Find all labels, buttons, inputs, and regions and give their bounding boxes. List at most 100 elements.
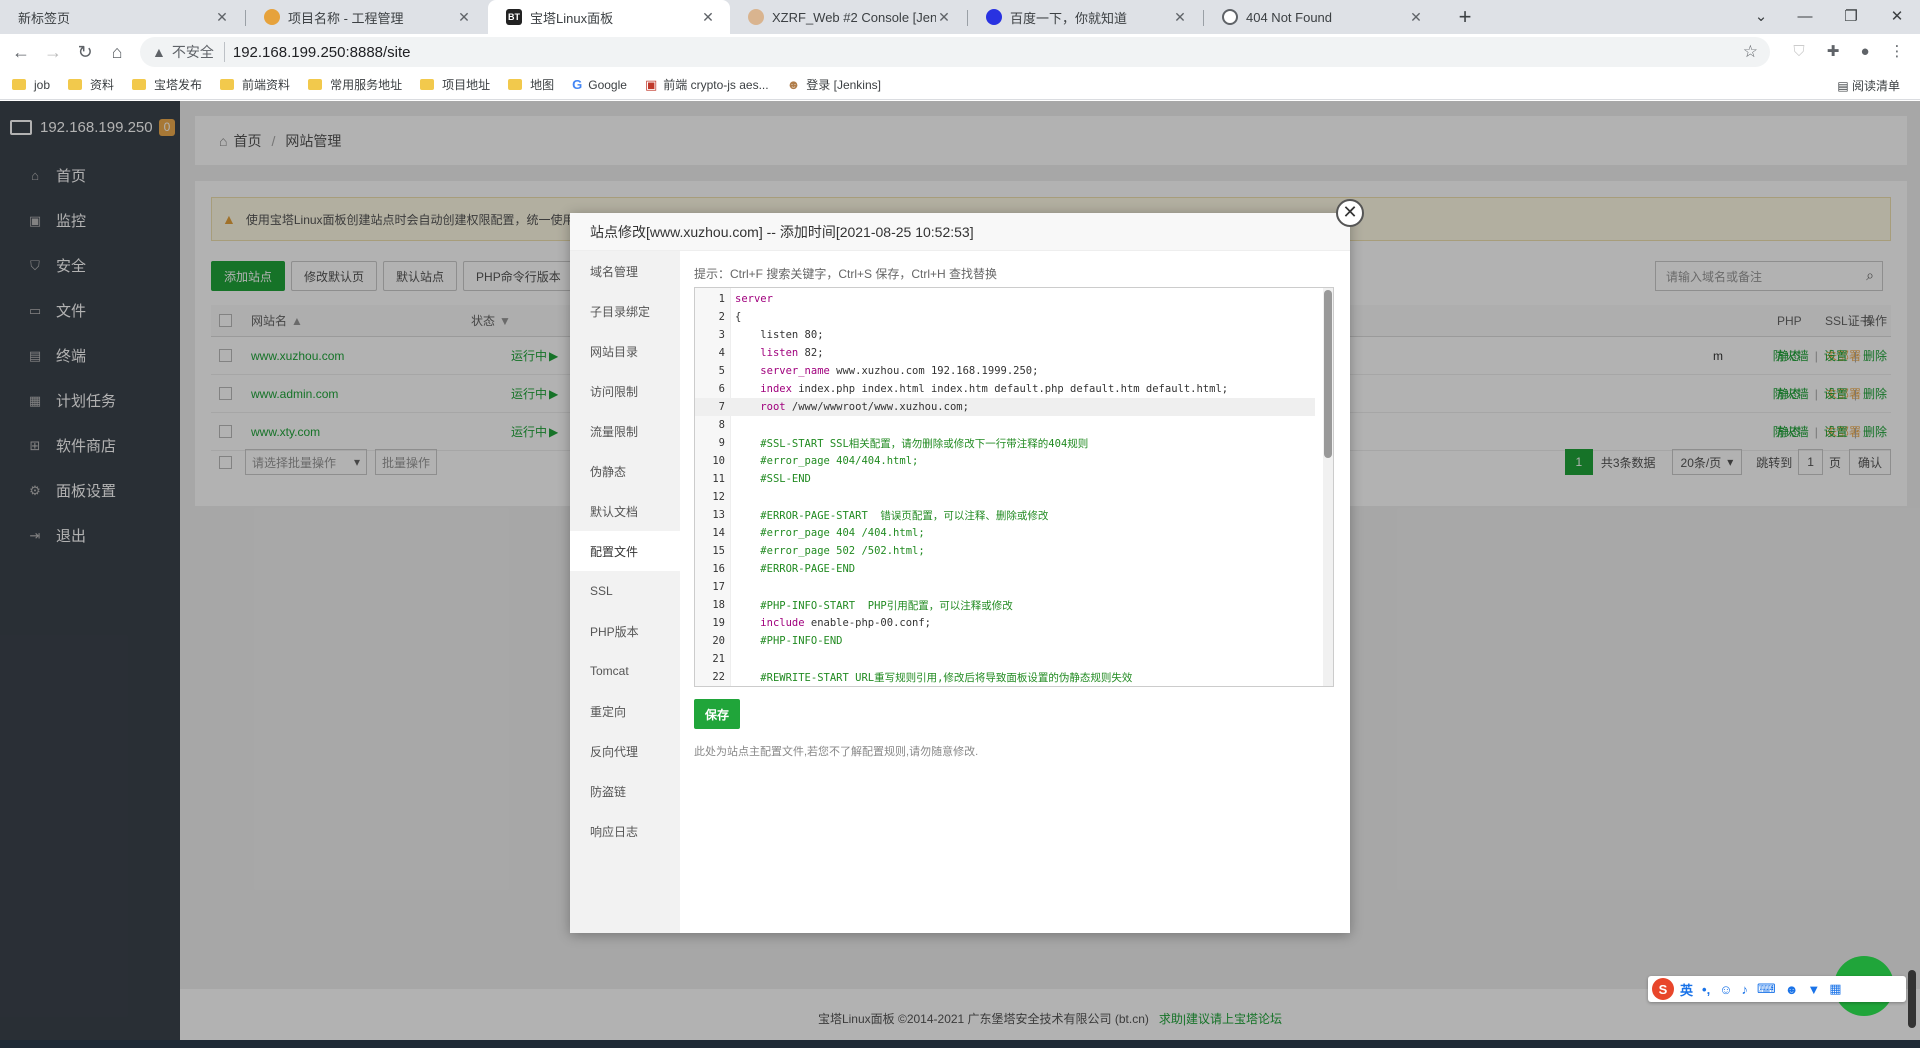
punctuation-icon[interactable]: •,	[1702, 982, 1710, 997]
code-line[interactable]: 16 #ERROR-PAGE-END	[695, 560, 1315, 578]
code-line[interactable]: 21	[695, 650, 1315, 668]
tab-close-icon[interactable]: ✕	[936, 9, 952, 26]
tab-access-restriction[interactable]: 访问限制	[570, 371, 680, 411]
code-text: #error_page 502 /502.html;	[729, 545, 924, 557]
page-scrollbar[interactable]	[1908, 970, 1916, 1028]
code-text: server_name www.xuzhou.com 192.168.1999.…	[729, 365, 1038, 377]
tab-reverse-proxy[interactable]: 反向代理	[570, 731, 680, 771]
bookmark-folder[interactable]: job	[12, 78, 50, 92]
tab-close-icon[interactable]: ✕	[1408, 9, 1424, 26]
window-close-icon[interactable]: ✕	[1874, 0, 1920, 34]
tab-site-directory[interactable]: 网站目录	[570, 331, 680, 371]
code-line[interactable]: 2{	[695, 308, 1315, 326]
code-line[interactable]: 12	[695, 488, 1315, 506]
extensions-puzzle-icon[interactable]: ✚	[1822, 41, 1844, 63]
tab-close-icon[interactable]: ✕	[1172, 9, 1188, 26]
code-line[interactable]: 4 listen 82;	[695, 344, 1315, 362]
browser-tab-active[interactable]: BT 宝塔Linux面板 ✕	[488, 0, 730, 34]
code-line[interactable]: 13 #ERROR-PAGE-START 错误页配置，可以注释、删除或修改	[695, 506, 1315, 524]
microphone-icon[interactable]: ♪	[1741, 982, 1748, 997]
globe-favicon-icon	[1222, 9, 1238, 25]
bookmark-link[interactable]: ☻ 登录 [Jenkins]	[787, 76, 881, 93]
code-line[interactable]: 1 server	[695, 290, 1315, 308]
tab-traffic-limit[interactable]: 流量限制	[570, 411, 680, 451]
tab-subdirectory-binding[interactable]: 子目录绑定	[570, 291, 680, 331]
tab-ssl[interactable]: SSL	[570, 571, 680, 611]
bookmark-folder[interactable]: 前端资料	[220, 76, 290, 93]
browser-tab[interactable]: 百度一下，你就知道 ✕	[968, 0, 1202, 34]
code-content: #ERROR-PAGE-END	[760, 563, 856, 575]
save-button[interactable]: 保存	[694, 699, 740, 729]
editor-scroll-thumb[interactable]	[1324, 290, 1332, 458]
code-line[interactable]: 14 #error_page 404 /404.html;	[695, 524, 1315, 542]
bookmark-star-icon[interactable]: ☆	[1743, 42, 1758, 62]
code-line[interactable]: 3 listen 80;	[695, 326, 1315, 344]
code-line[interactable]: 17	[695, 578, 1315, 596]
tab-tomcat[interactable]: Tomcat	[570, 651, 680, 691]
ime-toolbar[interactable]: S 英 •, ☺ ♪ ⌨ ☻ ▼ ▦	[1648, 976, 1906, 1002]
bookmark-link[interactable]: ▣ 前端 crypto-js aes...	[645, 76, 769, 93]
tab-response-log[interactable]: 响应日志	[570, 811, 680, 851]
minimize-icon[interactable]: —	[1782, 0, 1828, 34]
browser-menu-icon[interactable]: ⋮	[1886, 41, 1908, 63]
reload-icon[interactable]: ↻	[72, 39, 98, 65]
tab-domain-management[interactable]: 域名管理	[570, 251, 680, 291]
code-line[interactable]: 15 #error_page 502 /502.html;	[695, 542, 1315, 560]
code-line[interactable]: 10 #error_page 404/404.html;	[695, 452, 1315, 470]
tab-rewrite[interactable]: 伪静态	[570, 451, 680, 491]
dialog-close-button[interactable]: ✕	[1336, 199, 1364, 227]
code-line[interactable]: 11 #SSL-END	[695, 470, 1315, 488]
tab-config-file[interactable]: 配置文件	[570, 531, 680, 571]
profile-avatar-icon[interactable]: ●	[1854, 41, 1876, 63]
config-code-editor[interactable]: 1 server 2{3 listen 80; 4 listen 82; 5 serve…	[694, 287, 1334, 687]
bookmark-folder[interactable]: 地图	[508, 76, 554, 93]
tab-close-icon[interactable]: ✕	[214, 9, 230, 26]
code-line[interactable]: 20 #PHP-INFO-END	[695, 632, 1315, 650]
code-line[interactable]: 5 server_name www.xuzhou.com 192.168.199…	[695, 362, 1315, 380]
code-line[interactable]: 18 #PHP-INFO-START PHP引用配置，可以注释或修改	[695, 596, 1315, 614]
bookmark-folder[interactable]: 常用服务地址	[308, 76, 402, 93]
emoji-icon[interactable]: ☺	[1719, 982, 1732, 997]
line-number: 16	[712, 563, 725, 575]
tab-php-version[interactable]: PHP版本	[570, 611, 680, 651]
tab-default-document[interactable]: 默认文档	[570, 491, 680, 531]
skin-icon[interactable]: ▼	[1807, 982, 1820, 997]
bookmark-folder[interactable]: 宝塔发布	[132, 76, 202, 93]
line-number: 11	[712, 473, 725, 485]
code-line[interactable]: 6 index index.php index.html index.htm d…	[695, 380, 1315, 398]
bookmark-link[interactable]: G Google	[572, 77, 627, 92]
keyboard-icon[interactable]: ⌨	[1757, 981, 1776, 997]
ime-mode-toggle[interactable]: 英	[1680, 980, 1693, 999]
line-number: 22	[712, 671, 725, 683]
editor-scrollbar[interactable]	[1323, 288, 1333, 686]
extension-shield-icon[interactable]: ⛉	[1788, 41, 1810, 63]
user-icon[interactable]: ☻	[1785, 982, 1799, 997]
code-line[interactable]: 9 #SSL-START SSL相关配置，请勿删除或修改下一行带注释的404规则	[695, 434, 1315, 452]
tab-hotlink-protection[interactable]: 防盗链	[570, 771, 680, 811]
code-line[interactable]: 22 #REWRITE-START URL重写规则引用,修改后将导致面板设置的伪…	[695, 668, 1315, 686]
code-content: #REWRITE-START URL重写规则引用,修改后将导致面板设置的伪静态规…	[760, 671, 1133, 684]
tab-redirect[interactable]: 重定向	[570, 691, 680, 731]
toolbox-icon[interactable]: ▦	[1829, 981, 1841, 997]
browser-tab[interactable]: 新标签页 ✕	[0, 0, 244, 34]
code-line[interactable]: 19 include enable-php-00.conf;	[695, 614, 1315, 632]
code-line[interactable]: 7 root /www/wwwroot/www.xuzhou.com;	[695, 398, 1315, 416]
tab-search-icon[interactable]: ⌄	[1738, 0, 1784, 34]
bookmark-folder[interactable]: 项目地址	[420, 76, 490, 93]
tab-close-icon[interactable]: ✕	[700, 9, 716, 26]
browser-tab[interactable]: 404 Not Found ✕	[1204, 0, 1438, 34]
bookmark-folder[interactable]: 资料	[68, 76, 114, 93]
tab-close-icon[interactable]: ✕	[456, 9, 472, 26]
new-tab-button[interactable]: +	[1452, 4, 1478, 30]
home-icon[interactable]: ⌂	[104, 39, 130, 65]
code-text: #ERROR-PAGE-START 错误页配置，可以注释、删除或修改	[729, 508, 1048, 523]
code-line[interactable]: 8	[695, 416, 1315, 434]
forward-icon[interactable]: →	[40, 39, 66, 65]
reading-list-button[interactable]: ▤ 阅读清单	[1837, 77, 1900, 94]
browser-tab[interactable]: 项目名称 - 工程管理 ✕	[246, 0, 486, 34]
back-icon[interactable]: ←	[8, 39, 34, 65]
browser-tab[interactable]: XZRF_Web #2 Console [Jenkins] ✕	[730, 0, 966, 34]
address-bar[interactable]: ▲ 不安全 192.168.199.250:8888/site ☆	[140, 37, 1770, 67]
maximize-icon[interactable]: ❐	[1828, 0, 1874, 34]
